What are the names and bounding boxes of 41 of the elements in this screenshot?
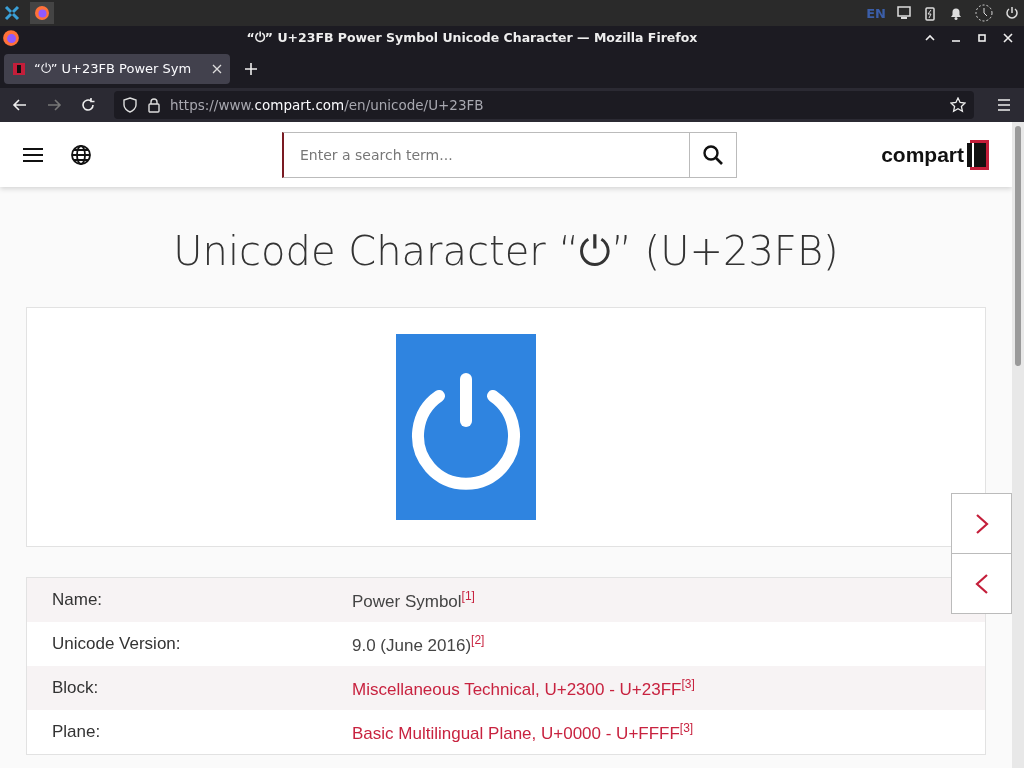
browser-tab[interactable]: “⏻” U+23FB Power Sym: [4, 54, 230, 84]
new-tab-icon[interactable]: [244, 62, 258, 76]
property-label: Plane:: [52, 722, 102, 742]
property-value: Power Symbol$^{[1]}$: [352, 588, 475, 612]
back-icon[interactable]: [12, 97, 28, 113]
search-icon: [702, 143, 724, 166]
firefox-icon: [2, 29, 20, 47]
search-field[interactable]: Enter a search term...: [282, 131, 689, 178]
property-label: Name:: [52, 590, 104, 610]
logo-text[interactable]: compart: [881, 142, 964, 167]
logo-icon[interactable]: [966, 138, 990, 171]
lock-icon[interactable]: [146, 97, 162, 113]
maximize-icon[interactable]: [976, 32, 988, 44]
window-title: “⏻” U+23FB Power Symbol Unicode Character — Mozilla Firefox: [245, 30, 699, 46]
tab-title: “⏻” U+23FB Power Sym: [34, 61, 193, 77]
power-symbol-icon: [396, 334, 536, 520]
clock-icon[interactable]: [974, 3, 994, 23]
favicon-icon: [12, 62, 26, 76]
star-icon[interactable]: [950, 97, 966, 113]
forward-icon: [46, 97, 62, 113]
property-link[interactable]: Basic Multilingual Plane, U+0000 - U+FFFF$^{[3]}$: [352, 720, 694, 744]
property-link[interactable]: Miscellaneous Technical, U+2300 - U+23FF$^{[3]}$: [352, 676, 695, 700]
firefox-icon[interactable]: [34, 5, 50, 21]
url-text: https://www.compart.com/en/unicode/U+23FB: [170, 97, 485, 113]
scrollbar[interactable]: [1012, 122, 1024, 768]
property-label: Block:: [52, 678, 100, 698]
menu-icon[interactable]: [996, 97, 1012, 113]
battery-icon[interactable]: [922, 5, 938, 21]
property-label: Unicode Version:: [52, 634, 182, 654]
page-title: Unicode Character “⏻” (U+23FB): [172, 227, 840, 276]
reload-icon[interactable]: [80, 97, 96, 113]
globe-icon[interactable]: [70, 143, 92, 166]
search-button[interactable]: [689, 131, 737, 178]
network-icon[interactable]: [896, 5, 912, 21]
close-icon[interactable]: [212, 64, 222, 74]
power-icon[interactable]: [1004, 5, 1020, 21]
shield-icon[interactable]: [122, 97, 138, 113]
property-value: 9.0 (June 2016)$^{[2]}$: [352, 632, 485, 656]
close-icon[interactable]: [1002, 32, 1014, 44]
address-bar[interactable]: https://www.compart.com/en/unicode/U+23FB: [114, 91, 974, 119]
app-launcher-icon[interactable]: [4, 5, 20, 21]
